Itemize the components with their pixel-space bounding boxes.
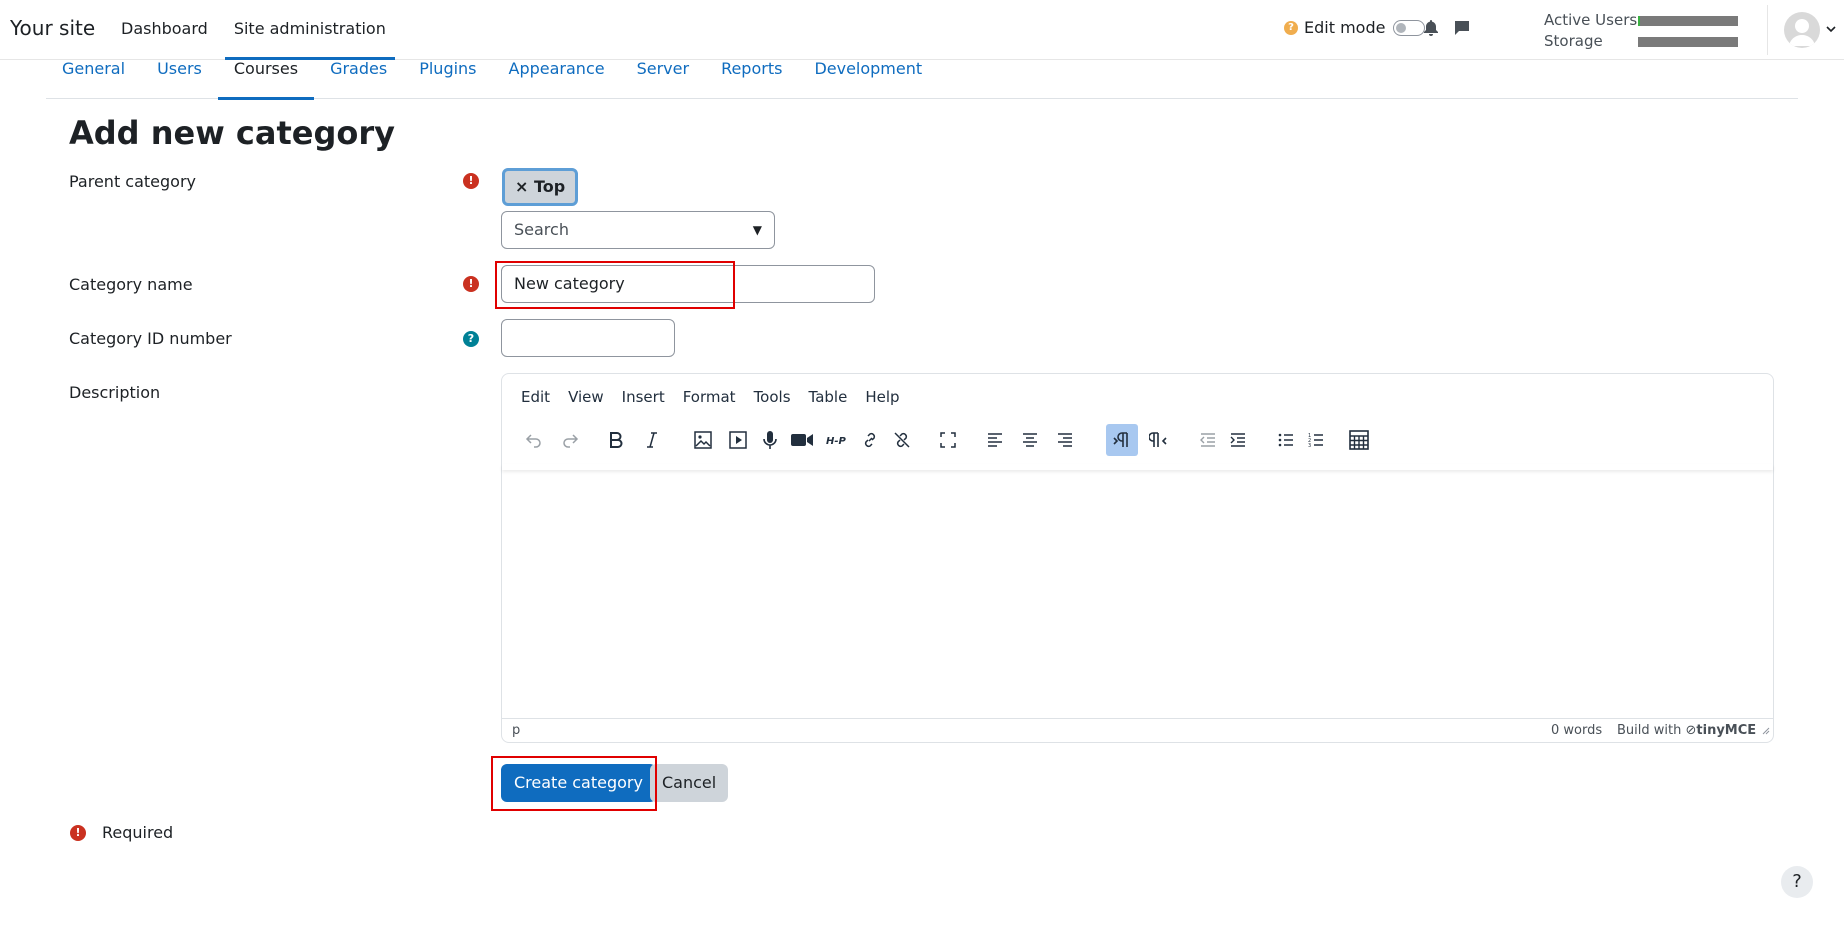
align-right-icon[interactable] <box>1049 424 1081 456</box>
svg-text:3: 3 <box>1308 443 1311 448</box>
navbar-divider <box>1767 5 1768 55</box>
menu-edit[interactable]: Edit <box>512 388 559 406</box>
category-name-label: Category name <box>69 275 193 294</box>
required-icon: ! <box>70 824 86 841</box>
category-id-label: Category ID number <box>69 329 232 348</box>
link-icon[interactable] <box>854 424 886 456</box>
fullscreen-icon[interactable] <box>932 424 964 456</box>
italic-icon[interactable] <box>636 424 668 456</box>
usage-meters: Active Users Storage <box>1544 10 1738 52</box>
bell-icon[interactable] <box>1424 20 1438 40</box>
dropdown-arrow-icon[interactable]: ▼ <box>753 212 762 248</box>
avatar[interactable] <box>1784 12 1820 48</box>
help-button[interactable]: ? <box>1781 866 1813 898</box>
help-icon[interactable]: ? <box>463 331 479 347</box>
menu-table[interactable]: Table <box>800 388 857 406</box>
tinymce-branding[interactable]: Build with ⊘tinyMCE <box>1617 723 1756 738</box>
tab-appearance[interactable]: Appearance <box>493 50 621 99</box>
tab-plugins[interactable]: Plugins <box>403 50 492 99</box>
brand-name: tinyMCE <box>1696 723 1757 738</box>
redo-icon[interactable] <box>554 424 586 456</box>
usage-bar <box>1638 15 1738 26</box>
editor-menubar: Edit View Insert Format Tools Table Help <box>512 388 909 406</box>
parent-category-label: Parent category <box>69 172 197 191</box>
rtl-icon[interactable] <box>1142 424 1174 456</box>
search-placeholder: Search <box>514 220 569 239</box>
tab-grades[interactable]: Grades <box>314 50 403 99</box>
chevron-down-icon[interactable] <box>1826 22 1836 36</box>
tab-reports[interactable]: Reports <box>705 50 798 99</box>
usage-row-storage: Storage <box>1544 31 1738 52</box>
align-center-icon[interactable] <box>1014 424 1046 456</box>
menu-tools[interactable]: Tools <box>745 388 800 406</box>
selected-parent-chip[interactable]: × Top <box>502 168 579 206</box>
usage-row-active-users: Active Users <box>1544 10 1738 31</box>
brand-prefix: Build with <box>1617 723 1682 738</box>
tab-general[interactable]: General <box>46 50 141 99</box>
word-count[interactable]: 0 words <box>1551 723 1602 738</box>
indent-icon[interactable] <box>1222 424 1254 456</box>
description-label: Description <box>69 383 161 402</box>
question-icon[interactable]: ? <box>1284 20 1298 35</box>
record-audio-icon[interactable] <box>754 424 786 456</box>
align-left-icon[interactable] <box>979 424 1011 456</box>
tab-courses[interactable]: Courses <box>217 50 315 100</box>
usage-bar <box>1638 36 1738 47</box>
cancel-button[interactable]: Cancel <box>650 764 729 802</box>
bullet-list-icon[interactable] <box>1270 424 1302 456</box>
tinymce-logo-icon: ⊘ <box>1685 723 1697 738</box>
menu-view[interactable]: View <box>559 388 613 406</box>
site-name[interactable]: Your site <box>10 16 95 40</box>
undo-icon[interactable] <box>518 424 550 456</box>
menu-insert[interactable]: Insert <box>613 388 674 406</box>
menu-format[interactable]: Format <box>674 388 745 406</box>
tab-users[interactable]: Users <box>141 50 218 99</box>
ltr-icon[interactable] <box>1106 424 1138 456</box>
h5p-icon[interactable]: H-P <box>822 424 854 456</box>
record-video-icon[interactable] <box>786 424 818 456</box>
svg-text:H-P: H-P <box>826 436 847 447</box>
edit-mode-label: Edit mode <box>1304 18 1386 37</box>
messages-icon[interactable] <box>1454 20 1470 40</box>
description-editor: Edit View Insert Format Tools Table Help <box>501 373 1774 743</box>
highlight-box <box>495 261 735 309</box>
image-icon[interactable] <box>687 424 719 456</box>
required-note: ! Required <box>70 823 173 842</box>
edit-mode-control: ? Edit mode <box>1284 18 1426 37</box>
outdent-icon[interactable] <box>1192 424 1224 456</box>
page-title: Add new category <box>69 114 395 152</box>
secondary-navigation: General Users Courses Grades Plugins App… <box>46 50 1798 100</box>
required-note-label: Required <box>102 823 174 842</box>
element-path[interactable]: p <box>512 723 520 738</box>
unlink-icon[interactable] <box>886 424 918 456</box>
highlight-box <box>491 756 657 811</box>
resize-handle-icon[interactable] <box>1762 724 1770 739</box>
tab-server[interactable]: Server <box>621 50 705 99</box>
menu-help[interactable]: Help <box>856 388 908 406</box>
parent-category-search[interactable]: Search ▼ <box>501 211 775 249</box>
usage-label: Storage <box>1544 32 1603 50</box>
usage-label: Active Users <box>1544 11 1638 29</box>
media-icon[interactable] <box>722 424 754 456</box>
required-icon: ! <box>463 276 479 292</box>
question-icon: ? <box>1792 871 1802 892</box>
tab-development[interactable]: Development <box>798 50 938 99</box>
required-icon: ! <box>463 173 479 189</box>
editor-statusbar: p 0 words Build with ⊘tinyMCE <box>502 718 1773 742</box>
bold-icon[interactable] <box>600 424 632 456</box>
numbered-list-icon[interactable]: 123 <box>1300 424 1332 456</box>
equation-icon[interactable] <box>1343 424 1375 456</box>
editor-content-area[interactable] <box>502 470 1773 720</box>
usage-bar-fill <box>1638 15 1640 26</box>
edit-mode-toggle[interactable] <box>1393 19 1426 36</box>
category-id-input[interactable] <box>501 319 675 357</box>
